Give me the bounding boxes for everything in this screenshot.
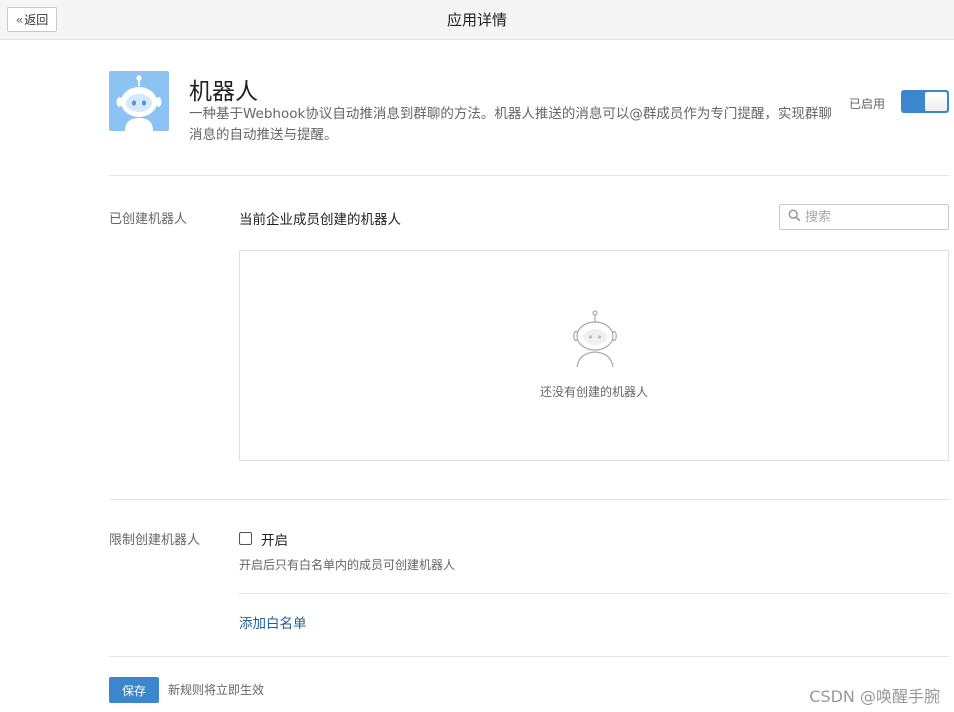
search-icon: [788, 209, 801, 226]
robot-outline-icon: [571, 309, 619, 369]
add-whitelist-link[interactable]: 添加白名单: [239, 612, 307, 632]
app-name: 机器人: [189, 79, 258, 105]
robot-icon: [109, 71, 169, 131]
enable-toggle[interactable]: [901, 90, 949, 113]
restrict-checkbox[interactable]: [239, 532, 252, 545]
toggle-knob: [925, 92, 947, 111]
page-title: 应用详情: [446, 11, 507, 29]
status-label: 已启用: [849, 97, 886, 111]
created-robots-label: 已创建机器人: [109, 212, 188, 227]
divider: [109, 499, 949, 500]
watermark: CSDN @唤醒手腕: [809, 687, 940, 706]
search-box[interactable]: [779, 204, 949, 230]
divider: [239, 593, 949, 594]
restrict-label: 限制创建机器人: [109, 533, 201, 548]
restrict-checkbox-label[interactable]: 开启: [261, 529, 288, 549]
created-robots-subtitle: 当前企业成员创建的机器人: [239, 212, 401, 228]
robot-list-empty-panel: 还没有创建的机器人: [239, 250, 949, 461]
app-description: 一种基于Webhook协议自动推消息到群聊的方法。机器人推送的消息可以@群成员作…: [189, 106, 832, 143]
search-input[interactable]: [805, 209, 935, 225]
restrict-hint: 开启后只有白名单内的成员可创建机器人: [239, 558, 456, 572]
divider: [109, 656, 949, 657]
divider: [109, 175, 949, 176]
save-button[interactable]: 保存: [109, 677, 159, 703]
empty-state-text: 还没有创建的机器人: [539, 385, 648, 399]
save-note: 新规则将立即生效: [168, 683, 265, 697]
top-bar: ‹‹ 返回 应用详情: [0, 0, 954, 40]
